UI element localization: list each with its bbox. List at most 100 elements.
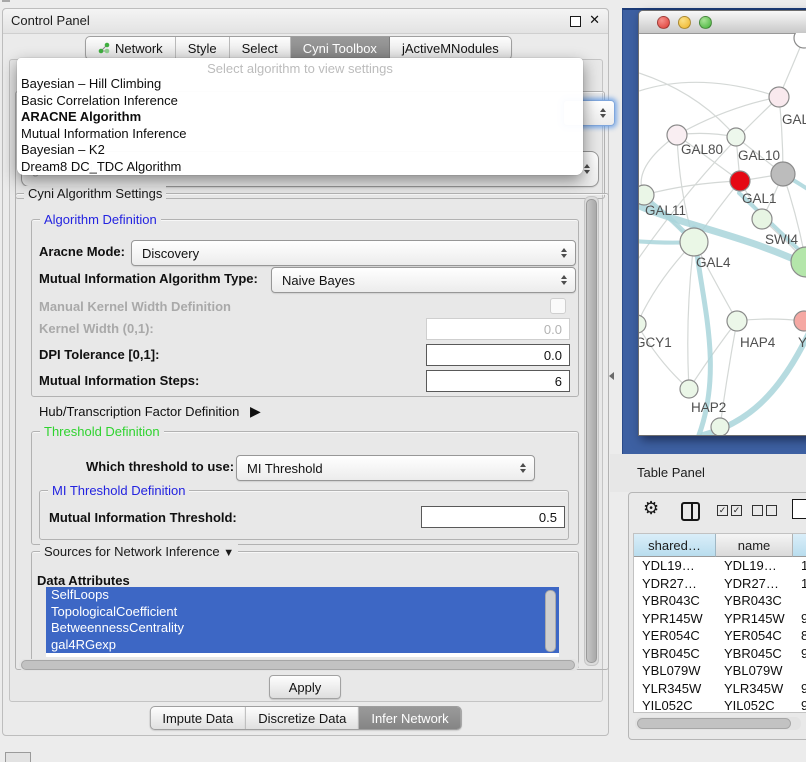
table-row[interactable]: YBR045CYBR045C9. (634, 645, 806, 663)
splitter-collapse-icon[interactable] (609, 372, 614, 380)
table-row[interactable]: YBR043CYBR043C (634, 592, 806, 610)
network-node-gal4[interactable] (680, 228, 708, 256)
tab-jactivemnodules[interactable]: jActiveMNodules (390, 37, 511, 59)
dropdown-item[interactable]: Bayesian – Hill Climbing (17, 76, 583, 93)
table-hscroll-track[interactable] (635, 717, 801, 730)
settings-hscroll-thumb[interactable] (21, 660, 575, 670)
network-node-gray-node[interactable] (771, 162, 795, 186)
network-graph[interactable]: GALGAL80GAL10GAL1GAL11SWI4GAL4GCY1HAP4YH… (639, 33, 806, 435)
clear-checks-icon[interactable] (752, 505, 777, 516)
hub-definition-toggle[interactable]: Hub/Transcription Factor Definition ▶ (39, 403, 261, 420)
table-row[interactable]: YDR27…YDR27…12 (634, 575, 806, 593)
manual-kernel-checkbox[interactable] (550, 298, 566, 314)
dropdown-item[interactable]: Mutual Information Inference (17, 126, 583, 143)
network-node-gcy1[interactable] (639, 315, 646, 333)
kernel-width-field[interactable]: 0.0 (426, 318, 570, 340)
table-row[interactable]: YLR345WYLR345W9. (634, 680, 806, 698)
table-cell: 9. (793, 646, 806, 661)
network-node-gal10[interactable] (727, 128, 745, 146)
new-table-icon[interactable] (792, 499, 806, 519)
mac-close-icon[interactable] (657, 16, 670, 29)
network-window[interactable]: GALGAL80GAL10GAL1GAL11SWI4GAL4GCY1HAP4YH… (638, 10, 806, 436)
aracne-mode-combo[interactable]: Discovery (131, 240, 576, 266)
sources-caption[interactable]: Sources for Network Inference ▼ (40, 544, 238, 559)
settings-hscroll-track[interactable] (19, 659, 579, 671)
stepper-icon (558, 241, 570, 265)
network-edge[interactable] (639, 82, 779, 97)
node-table: shared… name A YDL19…YDL19…13YDR27…YDR27… (633, 533, 806, 713)
mi-steps-field[interactable]: 6 (426, 370, 570, 392)
network-node-bottom-partial[interactable] (711, 418, 729, 435)
sources-label: Sources for Network Inference (44, 544, 220, 559)
network-node-hap4[interactable] (727, 311, 747, 331)
control-panel: Control Panel ✕ NetworkStyleSelectCyni T… (2, 8, 609, 736)
settings-vscroll-track[interactable] (584, 196, 599, 666)
stepper-icon (597, 101, 609, 125)
table-cell: 9. (793, 681, 806, 696)
dropdown-item[interactable]: Basic Correlation Inference (17, 93, 583, 110)
stepper-icon (517, 456, 529, 480)
data-attributes-list[interactable]: SelfLoopsTopologicalCoefficientBetweenne… (46, 587, 559, 657)
network-edge[interactable] (677, 97, 779, 135)
which-threshold-combo[interactable]: MI Threshold (236, 455, 535, 481)
attribute-item[interactable]: SelfLoops (46, 587, 559, 604)
bottom-tab-discretize-data[interactable]: Discretize Data (246, 707, 359, 729)
select-all-checks-icon[interactable]: ✓✓ (717, 505, 742, 516)
attribute-item[interactable]: gal4RGexp (46, 637, 559, 654)
table-hscroll-thumb[interactable] (637, 718, 791, 729)
mi-threshold-field[interactable]: 0.5 (421, 506, 565, 528)
column-header-partial[interactable]: A (793, 534, 806, 557)
column-header-shared[interactable]: shared… (634, 534, 716, 557)
network-edge[interactable] (639, 97, 779, 265)
table-row[interactable]: YIL052CYIL052C9 (634, 697, 806, 713)
network-node-gal11[interactable] (639, 185, 654, 205)
network-edge[interactable] (639, 242, 694, 324)
bottom-tab-infer-network[interactable]: Infer Network (359, 707, 460, 729)
table-row[interactable]: YDL19…YDL19…13 (634, 557, 806, 575)
mac-zoom-icon[interactable] (699, 16, 712, 29)
mac-minimize-icon[interactable] (678, 16, 691, 29)
tab-cyni-toolbox[interactable]: Cyni Toolbox (291, 37, 390, 59)
attribute-item[interactable]: TopologicalCoefficient (46, 604, 559, 621)
dropdown-item[interactable]: Bayesian – K2 (17, 142, 583, 159)
network-node-gal-pink[interactable] (769, 87, 789, 107)
panel-corner-chip[interactable] (5, 752, 31, 762)
network-edge[interactable] (688, 242, 694, 389)
table-row[interactable]: YER054CYER054C8. (634, 627, 806, 645)
which-threshold-value: MI Threshold (247, 461, 323, 476)
tab-network[interactable]: Network (86, 37, 176, 59)
network-edge[interactable] (689, 321, 737, 389)
network-node-label: GAL11 (645, 203, 686, 218)
table-cell: 8. (793, 628, 806, 643)
gear-icon[interactable]: ⚙ (643, 498, 659, 519)
network-window-titlebar[interactable] (639, 11, 806, 34)
settings-vscroll-thumb[interactable] (586, 199, 597, 663)
close-icon[interactable]: ✕ (589, 12, 600, 28)
bottom-tab-label: Infer Network (371, 711, 448, 726)
attributes-scrollbar[interactable] (545, 590, 556, 652)
network-node-label: GAL (782, 112, 806, 127)
attribute-item[interactable]: BetweennessCentrality (46, 620, 559, 637)
network-node-swi4[interactable] (752, 209, 772, 229)
network-node-green-right[interactable] (791, 247, 806, 277)
float-window-icon[interactable] (570, 16, 581, 27)
columns-icon[interactable] (681, 502, 700, 521)
table-cell: YBR043C (716, 593, 793, 608)
column-header-name[interactable]: name (716, 534, 793, 557)
network-edge[interactable] (639, 324, 689, 389)
network-node-top-partial[interactable] (794, 33, 806, 48)
network-node-salmon-node[interactable] (794, 311, 806, 331)
apply-button[interactable]: Apply (269, 675, 341, 699)
bottom-tab-impute-data[interactable]: Impute Data (150, 707, 246, 729)
table-row[interactable]: YPR145WYPR145W9. (634, 610, 806, 628)
table-row[interactable]: YBL079WYBL079W (634, 662, 806, 680)
network-node-hap2[interactable] (680, 380, 698, 398)
dropdown-item[interactable]: Dream8 DC_TDC Algorithm (17, 159, 583, 176)
mi-type-combo[interactable]: Naive Bayes (271, 267, 576, 293)
tab-style[interactable]: Style (176, 37, 230, 59)
tab-select[interactable]: Select (230, 37, 291, 59)
network-node-gal1[interactable] (730, 171, 750, 191)
dpi-tolerance-field[interactable]: 0.0 (426, 344, 570, 366)
dropdown-item[interactable]: ARACNE Algorithm (17, 109, 583, 126)
mi-threshold-label: Mutual Information Threshold: (49, 510, 237, 525)
